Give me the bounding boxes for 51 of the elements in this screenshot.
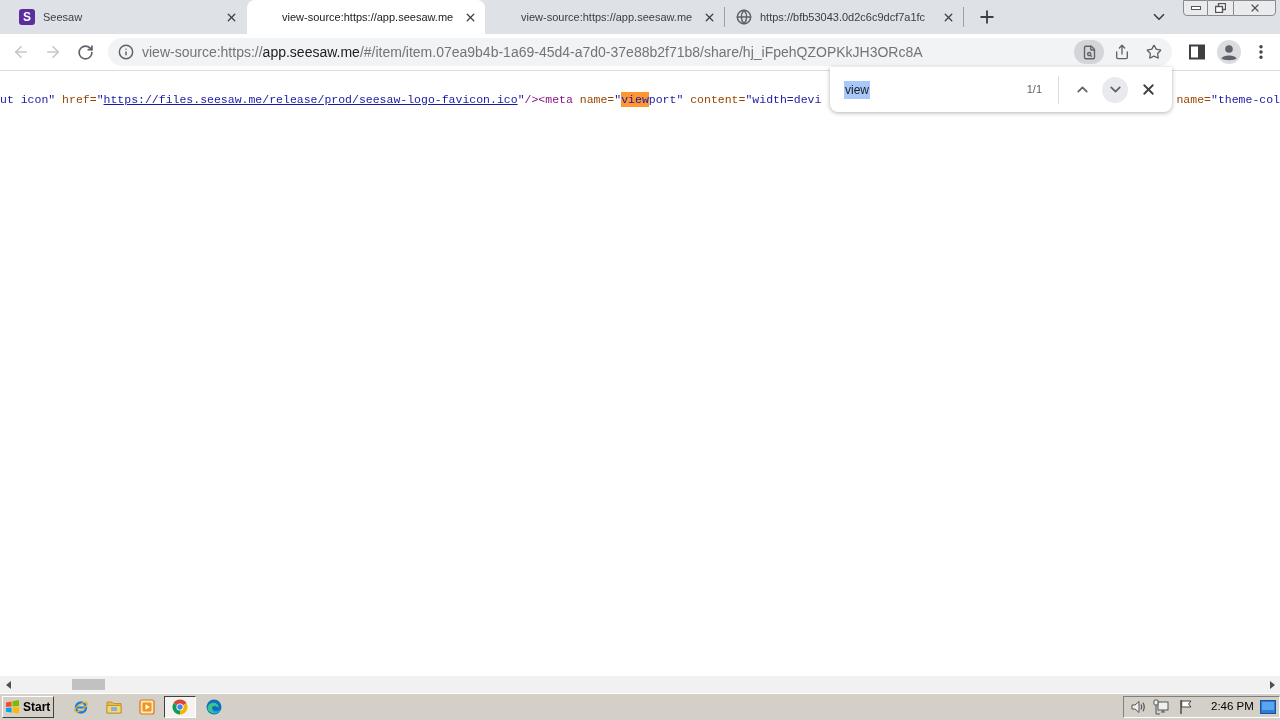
browser-tab[interactable]: view-source:https://app.seesaw.me [486,0,724,34]
search-match: view [621,92,649,107]
browser-tab[interactable]: https://bfb53043.0d2c6c9dcf7a1fc [725,0,963,34]
attribute-value: " [96,92,104,107]
taskbar-app-button[interactable] [164,696,196,718]
scroll-right-icon[interactable] [1269,680,1275,689]
new-tab-icon[interactable] [977,7,997,27]
url-text[interactable]: view-source:https://app.seesaw.me/#/item/item.07ea9b4b-1a69-45d4-a7d0-37e88b2f71b8/share/hj_iFpehQZOPKkJH3ORc8A [142,41,1074,63]
logo-badge: S [19,9,35,25]
attribute-value: " [614,92,622,107]
bookmark-star-icon[interactable] [1146,44,1162,60]
attribute-name: content= [689,92,746,107]
find-page-icon [1081,44,1097,60]
show-desktop-icon[interactable] [1260,700,1276,714]
reload-icon[interactable] [76,43,94,61]
profile-icon[interactable] [1217,40,1241,64]
side-panel-icon[interactable] [1189,44,1205,60]
address-bar[interactable]: view-source:https://app.seesaw.me/#/item/item.07ea9b4b-1a69-45d4-a7d0-37e88b2f71b8/share/hj_iFpehQZOPKkJH3ORc8A [108,38,1172,66]
minimize-button[interactable] [1183,0,1208,16]
source-link[interactable]: https://files.seesaw.me/release/prod/seesaw-logo-favicon.ico [103,92,518,107]
browser-tab[interactable]: S Seesaw [8,0,246,34]
flag-logo-icon [5,699,20,715]
match-count: 1/1 [1026,82,1042,98]
share-icon[interactable] [1114,44,1130,60]
scrollbar-thumb[interactable] [72,679,105,690]
attribute-name: href= [61,92,97,107]
find-in-page-button[interactable] [1074,40,1104,64]
next-match-button[interactable] [1102,76,1128,103]
attribute-value: "theme-col [1211,92,1280,107]
find-field[interactable]: view [844,77,1027,102]
browser-tab[interactable]: view-source:https://app.seesaw.me [247,0,485,34]
speaker-icon[interactable] [1130,699,1146,715]
restore-icon [1215,3,1226,13]
wave-browser-icon[interactable] [205,699,222,715]
browser-icon[interactable] [172,699,188,715]
attribute-name: name= [1175,92,1211,107]
globe-icon [736,9,752,25]
start-button[interactable]: Start [2,696,54,718]
web-browser-icon[interactable] [72,699,89,715]
scroll-left-icon[interactable] [5,680,11,689]
attribute-value: ut icon" [0,92,56,107]
attribute-value: "width=devi [745,92,822,107]
attribute-name: name= [578,92,615,107]
attribute-value: " [517,92,525,107]
tag-text: /><meta [524,92,573,107]
clock-time[interactable]: 2:46 PM [1211,698,1254,716]
network-icon[interactable] [1153,699,1169,715]
restore-button[interactable] [1208,0,1233,16]
minimize-icon [1190,6,1201,10]
flag-icon[interactable] [1178,699,1194,715]
info-icon[interactable] [118,44,134,60]
